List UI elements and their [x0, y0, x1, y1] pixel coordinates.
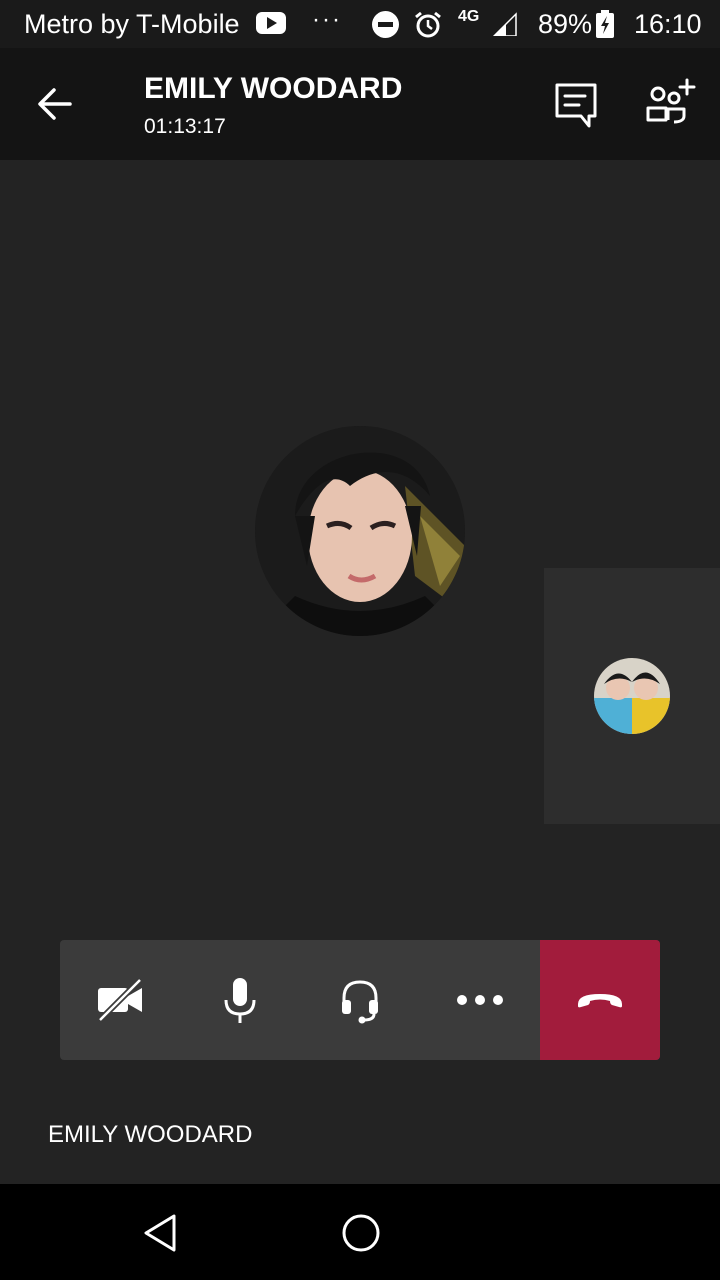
back-arrow-icon — [38, 88, 72, 120]
audio-device-button[interactable] — [300, 940, 420, 1060]
hang-up-button[interactable] — [540, 940, 660, 1060]
battery-percent: 89% — [538, 9, 593, 39]
microphone-button[interactable] — [180, 940, 300, 1060]
nav-home-button[interactable] — [338, 1210, 384, 1256]
overflow-dots: ··· — [312, 6, 342, 33]
headset-icon — [342, 980, 378, 1024]
carrier-label: Metro by T-Mobile — [24, 9, 240, 39]
chat-icon — [555, 83, 597, 128]
call-title: EMILY WOODARD — [144, 72, 403, 105]
add-people-icon — [646, 78, 696, 124]
call-header: EMILY WOODARD 01:13:17 — [0, 48, 720, 160]
caller-photo — [255, 426, 465, 636]
caller-avatar — [255, 426, 465, 636]
microphone-icon — [224, 978, 256, 1023]
call-controls — [60, 940, 660, 1060]
self-avatar — [594, 658, 670, 734]
call-timer: 01:13:17 — [144, 115, 226, 138]
back-button[interactable] — [26, 78, 86, 130]
self-photo — [594, 658, 670, 734]
alarm-icon — [415, 11, 441, 38]
clock: 16:10 — [634, 9, 702, 39]
do-not-disturb-icon — [372, 11, 399, 38]
youtube-icon — [256, 12, 286, 34]
more-options-button[interactable] — [420, 940, 540, 1060]
hang-up-icon — [578, 994, 622, 1008]
video-toggle-button[interactable] — [60, 940, 180, 1060]
network-type: 4G — [458, 8, 480, 25]
self-preview-tile[interactable] — [544, 568, 720, 824]
participant-name: EMILY WOODARD — [48, 1121, 253, 1148]
add-people-button[interactable] — [640, 76, 702, 132]
navigation-bar — [0, 1184, 720, 1280]
battery-charging-icon — [596, 10, 614, 38]
nav-back-icon — [144, 1214, 176, 1252]
nav-home-icon — [342, 1214, 380, 1252]
nav-back-button[interactable] — [138, 1210, 184, 1256]
more-horizontal-icon — [457, 995, 503, 1005]
video-off-icon — [97, 977, 143, 1023]
status-bar: Metro by T-Mobile ··· 4G 89% 16:10 — [0, 0, 720, 48]
chat-button[interactable] — [548, 78, 604, 132]
signal-icon — [492, 12, 517, 36]
